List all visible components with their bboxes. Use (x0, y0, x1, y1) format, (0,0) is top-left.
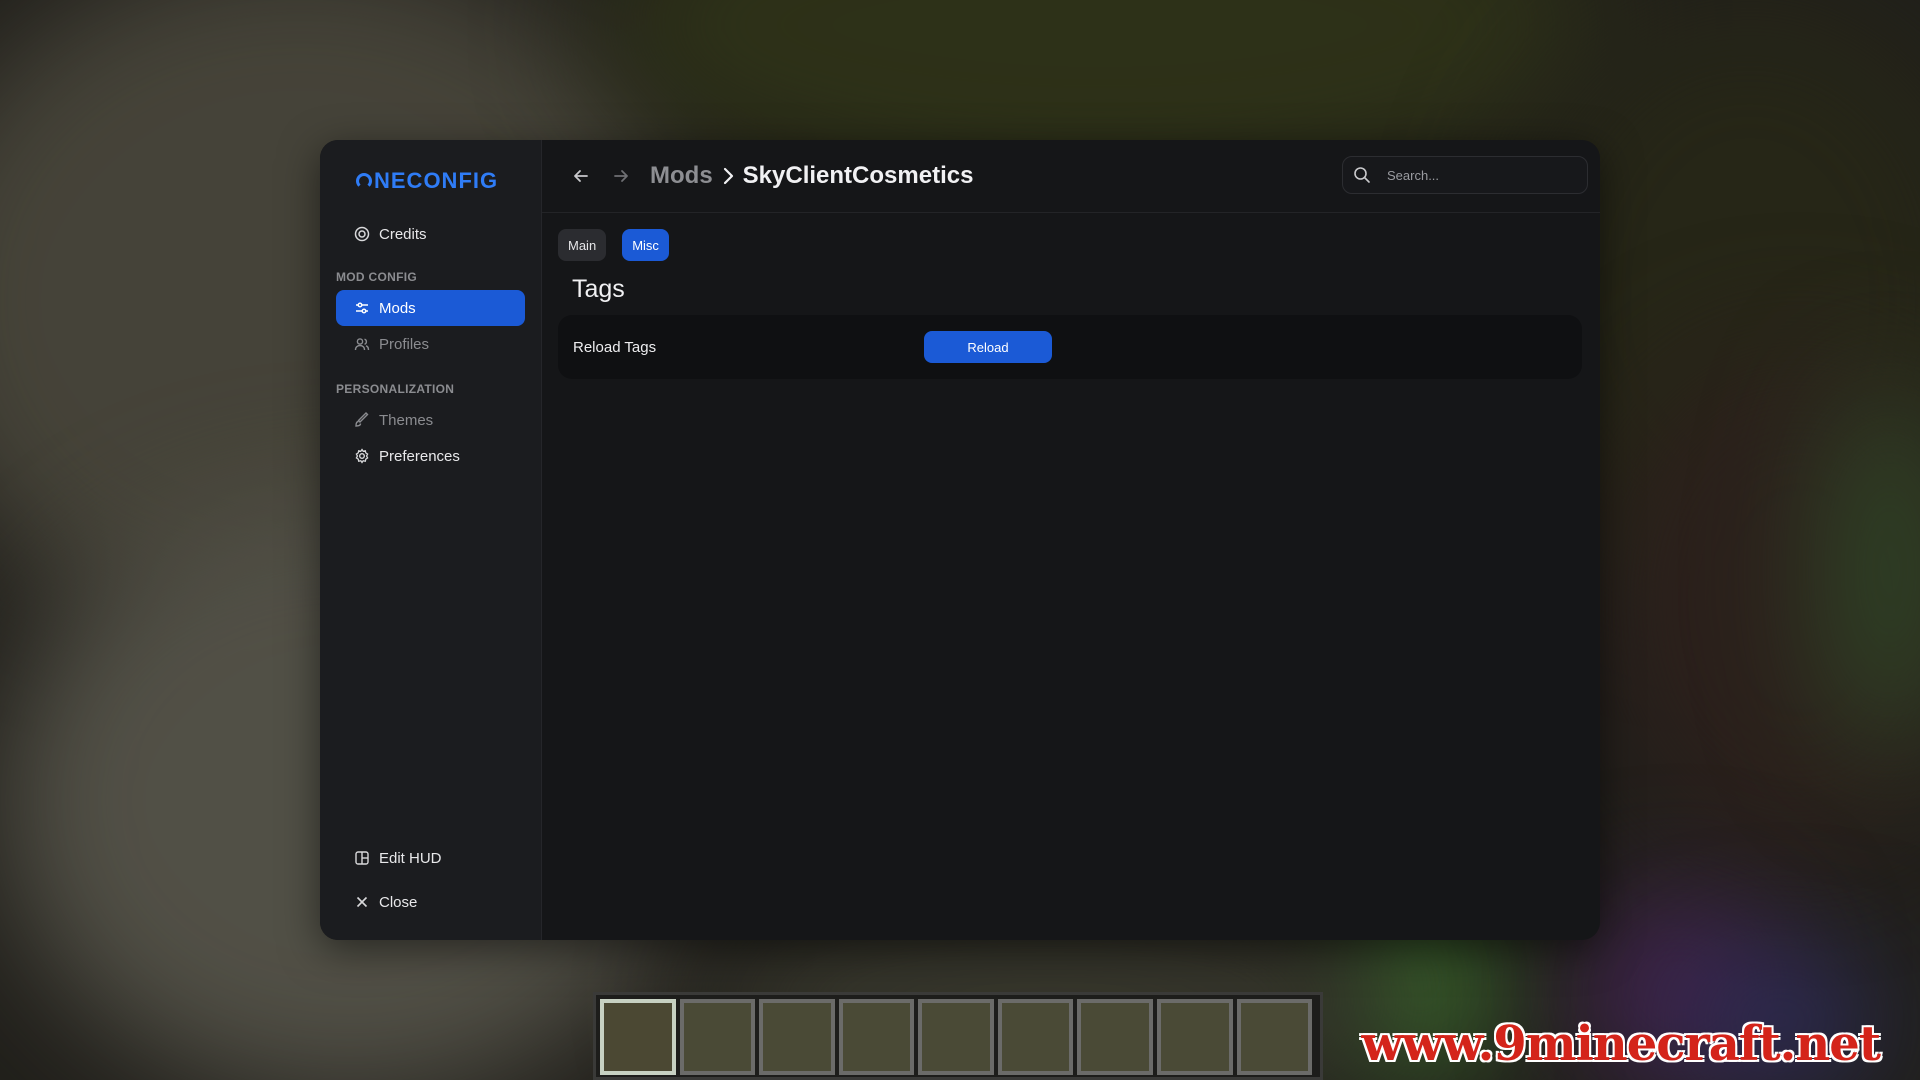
forward-button[interactable] (606, 161, 636, 191)
arrow-right-icon (614, 170, 628, 182)
section-title: Tags (572, 275, 625, 303)
hotbar-slot[interactable] (997, 999, 1074, 1075)
sidebar-bottom: Edit HUD Close (336, 840, 525, 920)
credits-icon (353, 225, 371, 243)
tab-bar: Main Misc (558, 229, 1600, 261)
section-label-personalization: PERSONALIZATION (336, 382, 455, 396)
close-button[interactable]: Close (336, 884, 525, 920)
sidebar-item-preferences[interactable]: Preferences (336, 438, 525, 474)
close-icon (353, 893, 371, 911)
section-label-mod-config: MOD CONFIG (336, 270, 417, 284)
search-box[interactable] (1342, 156, 1588, 194)
sidebar-item-label: Close (379, 893, 418, 911)
sidebar-item-label: Credits (379, 225, 427, 243)
main-panel: Mods SkyClientCosmetics Main Misc Tags R… (542, 140, 1600, 940)
sidebar-item-label: Mods (379, 299, 416, 317)
chevron-right-icon (721, 166, 735, 186)
layout-icon (353, 849, 371, 867)
hotbar-slot[interactable] (679, 999, 756, 1075)
sidebar: NECONFIG Credits MOD CONFIG Mods Profile… (320, 140, 542, 940)
sidebar-item-profiles[interactable]: Profiles (336, 326, 525, 362)
arrow-left-icon (574, 170, 588, 182)
sidebar-item-themes[interactable]: Themes (336, 402, 525, 438)
search-icon (1353, 166, 1371, 184)
breadcrumb-current: SkyClientCosmetics (742, 162, 974, 189)
hotbar (593, 992, 1323, 1080)
sidebar-item-label: Edit HUD (379, 849, 442, 867)
profiles-icon (353, 335, 371, 353)
breadcrumb: Mods SkyClientCosmetics (650, 162, 973, 190)
breadcrumb-parent[interactable]: Mods (650, 162, 713, 190)
sidebar-item-label: Themes (379, 411, 434, 429)
tab-main[interactable]: Main (558, 229, 607, 261)
sidebar-item-mods[interactable]: Mods (336, 290, 525, 326)
brush-icon (353, 411, 371, 429)
back-button[interactable] (566, 161, 596, 191)
sidebar-item-label: Preferences (379, 447, 460, 465)
logo-o-icon (356, 173, 372, 189)
watermark: www.9minecraft.net (1361, 1016, 1881, 1072)
hotbar-slot[interactable] (1077, 999, 1153, 1075)
app-logo: NECONFIG (356, 166, 525, 196)
sliders-icon (353, 299, 371, 317)
topbar: Mods SkyClientCosmetics (542, 140, 1600, 213)
hotbar-slot[interactable] (600, 999, 676, 1075)
option-label: Reload Tags (573, 338, 657, 356)
sidebar-item-credits[interactable]: Credits (336, 216, 525, 252)
tab-misc[interactable]: Misc (622, 229, 669, 261)
edit-hud-button[interactable]: Edit HUD (336, 840, 525, 876)
option-card-reload-tags: Reload Tags Reload (558, 315, 1582, 379)
oneconfig-window: NECONFIG Credits MOD CONFIG Mods Profile… (320, 140, 1600, 940)
logo-text: NECONFIG (374, 168, 499, 193)
reload-button[interactable]: Reload (924, 331, 1052, 363)
gear-icon (353, 447, 371, 465)
hotbar-slot[interactable] (759, 999, 835, 1075)
hotbar-slot[interactable] (1156, 999, 1233, 1075)
hotbar-slot[interactable] (1236, 999, 1313, 1075)
sidebar-item-label: Profiles (379, 335, 430, 353)
hotbar-slot[interactable] (918, 999, 994, 1075)
search-input[interactable] (1385, 166, 1569, 184)
hotbar-slot[interactable] (838, 999, 915, 1075)
